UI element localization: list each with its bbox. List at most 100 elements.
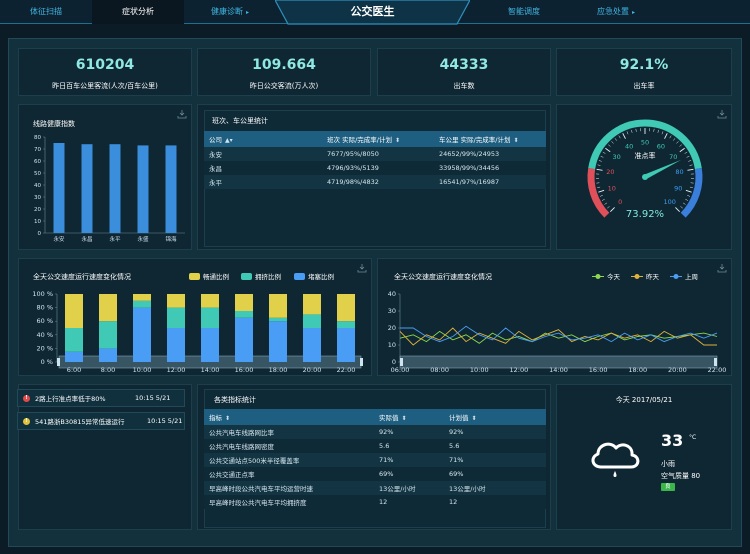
on-time-gauge: 010 20 30 40 50 60 70 80 90 100 (587, 119, 703, 218)
gauge-tick (611, 141, 614, 144)
tab-body-scan[interactable]: 体征扫描 (0, 0, 92, 24)
column-header-km[interactable]: 车公里 实际/完成率/计划 ⬍ (434, 131, 546, 147)
y-tick-label: 40 (388, 290, 396, 298)
health-bar-chart: 0 10 20 30 40 50 60 70 80 永安 永昌 永平 永盛 锦海 (34, 135, 185, 243)
gauge-tick (614, 138, 618, 141)
kpi-panel: 各类指标统计 指标 ⬍ 实际值 ⬍ 计划值 ⬍ 公共汽电车线路网比率 92% 92% 公共… (197, 384, 551, 530)
column-header-company[interactable]: 公司 ▲▾ (204, 131, 322, 147)
caret-right-icon: ▸ (245, 9, 249, 16)
alert-item[interactable]: ! 541路浙B30815异常低速运行 10:15 5/21 (17, 412, 185, 430)
gauge-tick (675, 207, 680, 212)
table-row[interactable]: 早高峰时段公共汽电车平均运营时速 13公里/小时 13公里/小时 (204, 481, 546, 495)
cell: 92% (444, 425, 546, 439)
gauge-needle-hub (642, 174, 648, 180)
y-tick-label: 0 (38, 231, 42, 237)
gauge-tick (607, 206, 610, 209)
table-row[interactable]: 公共汽电车线路网比率 92% 92% (204, 425, 546, 439)
zoom-handle-right (714, 358, 717, 366)
x-tick-label: 14:00 (549, 366, 568, 374)
gauge-tick (608, 144, 611, 147)
alert-time: 10:15 5/21 (135, 394, 171, 402)
cell: 公共交通站点500米半径覆盖率 (204, 453, 374, 467)
alert-item[interactable]: ! 2路上行准点率低于80% 10:15 5/21 (17, 389, 185, 407)
stacked-bar-segment (235, 317, 253, 362)
bar (109, 144, 121, 233)
alert-text: 2路上行准点率低于80% (35, 395, 106, 403)
gauge-tick (686, 155, 690, 158)
stacked-bar-segment (133, 300, 151, 308)
table-row[interactable]: 永平 4719/98%/4832 16541/97%/16987 (204, 175, 546, 189)
gauge-tick-label: 10 (608, 184, 616, 192)
table-row[interactable]: 永昌 4796/93%/5139 33958/99%/34456 (204, 161, 546, 175)
stat-card-vehicles-out: 44333 出车数 (377, 48, 551, 96)
cell: 4796/93%/5139 (322, 161, 434, 175)
stacked-bar-segment (201, 328, 219, 362)
x-tick-label: 08:00 (430, 366, 449, 374)
kpi-table: 指标 ⬍ 实际值 ⬍ 计划值 ⬍ 公共汽电车线路网比率 92% 92% 公共汽电车线路网密… (204, 409, 546, 509)
column-header-plan[interactable]: 计划值 ⬍ (444, 409, 546, 425)
header-label: 计划值 (449, 414, 469, 422)
table-row[interactable]: 早高峰时段公共汽电车平均拥挤度 12 12 (204, 495, 546, 509)
cell: 71% (444, 453, 546, 467)
cell: 5.6 (444, 439, 546, 453)
x-tick-label: 18:00 (628, 366, 647, 374)
x-tick-label: 永昌 (81, 235, 92, 243)
table-row[interactable]: 公共交通正点率 69% 69% (204, 467, 546, 481)
app-title: 公交医生 (350, 5, 395, 18)
cell: 12 (444, 495, 546, 509)
cell: 7677/95%/8050 (322, 147, 434, 161)
table-row[interactable]: 公共汽电车线路网密度 5.6 5.6 (204, 439, 546, 453)
stacked-bar-segment (303, 294, 321, 315)
tab-symptom-analysis[interactable]: 症状分析 (92, 0, 184, 24)
gauge-tick (602, 151, 606, 154)
column-header-shifts[interactable]: 班次 实际/完成率/计划 ⬍ (322, 131, 434, 147)
gauge-tick (653, 128, 655, 132)
y-tick-label: 10 (388, 341, 396, 349)
tab-label: 症状分析 (122, 7, 154, 16)
stacked-bar-segment (133, 294, 151, 301)
x-tick-label: 22:00 (337, 366, 356, 374)
cell: 早高峰时段公共汽电车平均运营时速 (204, 481, 374, 495)
gauge-tick (685, 189, 692, 193)
sort-icon: ⬍ (394, 137, 400, 144)
gauge-tick (676, 141, 679, 144)
y-tick-label: 20 (34, 207, 41, 213)
tab-smart-dispatch[interactable]: 智能调度 (478, 0, 570, 24)
gauge-tick (604, 202, 608, 205)
stacked-bar-segment (269, 317, 287, 322)
column-header-metric[interactable]: 指标 ⬍ (204, 409, 374, 425)
tab-label: 应急处置 (596, 7, 629, 16)
sort-icon: ⬍ (513, 137, 519, 144)
y-tick-label: 30 (34, 195, 41, 201)
x-tick-label: 20:00 (668, 366, 687, 374)
gauge-tick (635, 128, 637, 132)
gauge-tick (599, 195, 603, 197)
gauge-tick (622, 133, 626, 139)
health-index-panel: 线路健康指数 0 10 20 30 40 50 60 70 80 永安 永昌 永平 永盛 锦海 (18, 104, 192, 250)
table-title: 班次、车公里统计 (212, 117, 268, 125)
sort-icon: ▲▾ (225, 137, 233, 144)
cell: 公共交通正点率 (204, 467, 374, 481)
gauge-tick (597, 164, 601, 166)
tab-emergency[interactable]: 应急处置 ▸ (570, 0, 662, 24)
stacked-bar-segment (235, 311, 253, 318)
cell: 69% (374, 467, 444, 481)
table-header-row: 指标 ⬍ 实际值 ⬍ 计划值 ⬍ (204, 409, 546, 425)
gauge-label: 准点率 (634, 152, 656, 160)
stat-label: 昨日公交客流(万人次) (249, 82, 319, 90)
table-row[interactable]: 公共交通站点500米半径覆盖率 71% 71% (204, 453, 546, 467)
gauge-tick (669, 135, 672, 139)
stacked-bar-segment (99, 321, 117, 349)
zoom-handle-left (57, 358, 60, 366)
table-row[interactable]: 永安 7677/95%/8050 24652/99%/24953 (204, 147, 546, 161)
weather-panel: 今天 2017/05/21 33 °C 小雨 空气质量 80 良 (556, 384, 732, 530)
gauge-tick (661, 131, 664, 135)
gauge-tick (684, 151, 688, 154)
speed-line-chart: 0 10 20 30 40 06:00 08:00 10:00 12:00 14:00 16:00 1… (388, 290, 727, 374)
cell: 公共汽电车线路网密度 (204, 439, 374, 453)
tab-health-diagnosis[interactable]: 健康诊断 ▸ (184, 0, 276, 24)
y-tick-label: 0 % (41, 358, 53, 366)
shift-table: 公司 ▲▾ 班次 实际/完成率/计划 ⬍ 车公里 实际/完成率/计划 ⬍ 永安 7677… (204, 131, 546, 189)
column-header-actual[interactable]: 实际值 ⬍ (374, 409, 444, 425)
x-tick-label: 16:00 (235, 366, 254, 374)
